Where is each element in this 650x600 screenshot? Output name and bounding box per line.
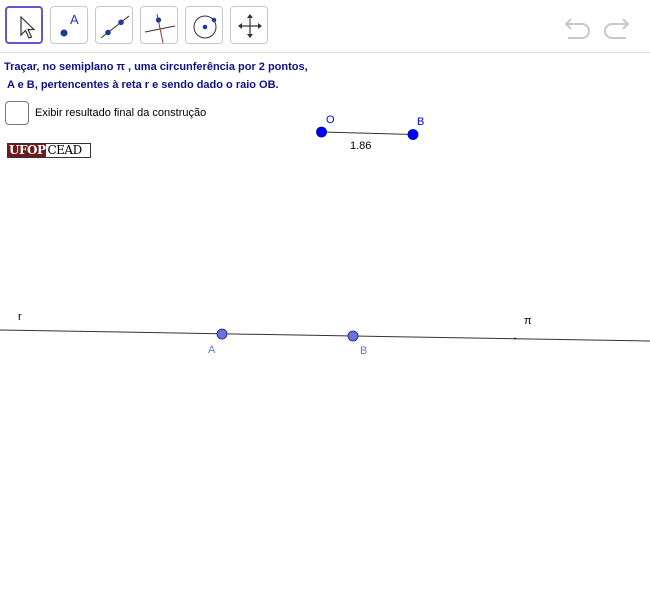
undo-icon [564, 18, 590, 39]
move-graphics-view-button[interactable] [230, 6, 268, 44]
toolbar: A [0, 0, 650, 53]
show-final-result-label: Exibir resultado final da construção [35, 107, 207, 119]
point-b-label: B [360, 345, 367, 357]
move-tool-button[interactable] [5, 6, 43, 44]
circle-with-center-icon [193, 15, 217, 39]
perpendicular-line-icon [144, 13, 176, 44]
point-o-label: O [326, 114, 335, 126]
point-tool-button[interactable]: A [50, 6, 88, 44]
line-r[interactable] [0, 329, 650, 342]
half-plane-marker [514, 337, 516, 340]
statement-line-2: A e B, pertencentes à reta r e sendo dad… [7, 79, 279, 91]
point-b-radius[interactable] [407, 129, 419, 140]
ufop-cead-logo: UFOP CEAD [7, 143, 91, 158]
point-a-label: A [208, 344, 216, 356]
point-b[interactable] [347, 330, 359, 342]
statement-line-1: Traçar, no semiplano π , uma circunferên… [4, 61, 308, 73]
undo-button[interactable] [562, 12, 596, 42]
segment-length-label: 1.86 [350, 140, 371, 152]
show-final-result-checkbox[interactable] [5, 101, 29, 125]
redo-button[interactable] [598, 12, 632, 42]
line-tool-button[interactable] [95, 6, 133, 44]
logo-cead-text: CEAD [47, 143, 82, 157]
point-a[interactable] [216, 328, 228, 340]
graphics-view[interactable]: r π A B O B 1.86 [0, 53, 650, 600]
perpendicular-line-tool-button[interactable] [140, 6, 178, 44]
move-arrows-icon [238, 14, 262, 38]
cursor-arrow-icon [20, 15, 36, 39]
circle-tool-button[interactable] [185, 6, 223, 44]
half-plane-label: π [524, 315, 532, 327]
line-r-label: r [18, 311, 22, 323]
logo-ufop-text: UFOP [8, 143, 47, 157]
point-o[interactable] [316, 126, 327, 138]
point-b-radius-label: B [417, 116, 424, 128]
point-tool-label: A [70, 12, 79, 27]
redo-icon [604, 18, 630, 39]
point-icon: A [60, 12, 79, 37]
line-through-points-icon [100, 15, 130, 39]
radius-segment-ob[interactable] [321, 131, 414, 135]
